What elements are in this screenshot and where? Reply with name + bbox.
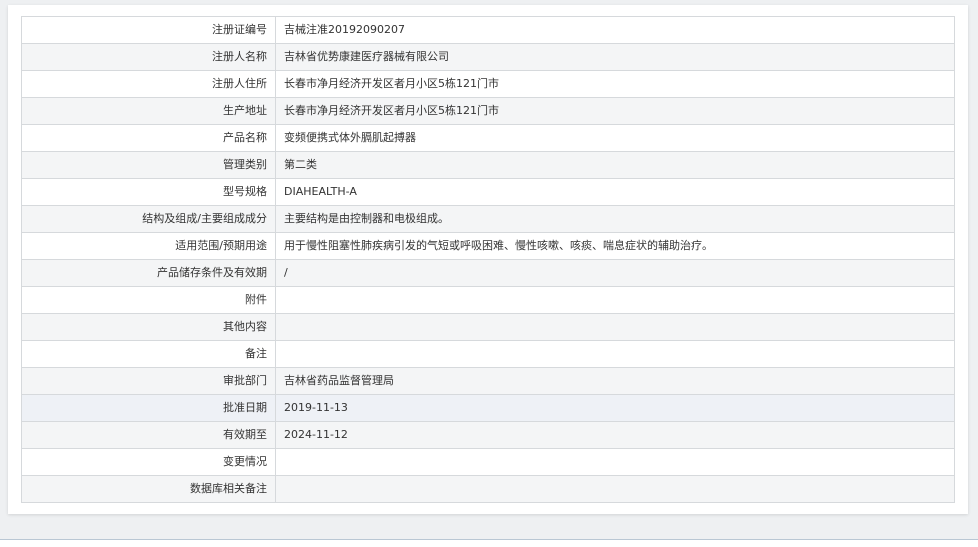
row-value: 长春市净月经济开发区者月小区5栋121门市 [275,70,955,98]
row-label: 注册人名称 [21,43,276,71]
row-label: 变更情况 [21,448,276,476]
row-label: 数据库相关备注 [21,475,276,503]
row-value: 第二类 [275,151,955,179]
row-value: 2024-11-12 [275,421,955,449]
row-value [275,313,955,341]
row-value: 吉林省药品监督管理局 [275,367,955,395]
row-value: 变频便携式体外膈肌起搏器 [275,124,955,152]
row-label: 生产地址 [21,97,276,125]
row-label: 审批部门 [21,367,276,395]
table-row-registration-number: 注册证编号 吉械注准20192090207 [21,16,955,44]
table-row-model-spec: 型号规格 DIAHEALTH-A [21,178,955,206]
table-row-change-history: 变更情况 [21,448,955,476]
row-value: / [275,259,955,287]
table-row-storage-validity: 产品储存条件及有效期 / [21,259,955,287]
row-value: 用于慢性阻塞性肺疾病引发的气短或呼吸困难、慢性咳嗽、咳痰、喘息症状的辅助治疗。 [275,232,955,260]
row-value: 吉林省优势康建医疗器械有限公司 [275,43,955,71]
table-row-product-name: 产品名称 变频便携式体外膈肌起搏器 [21,124,955,152]
row-label: 批准日期 [21,394,276,422]
row-value: 吉械注准20192090207 [275,16,955,44]
row-value [275,286,955,314]
row-label: 产品储存条件及有效期 [21,259,276,287]
record-detail-panel: 注册证编号 吉械注准20192090207 注册人名称 吉林省优势康建医疗器械有… [8,5,968,514]
row-label: 注册人住所 [21,70,276,98]
record-detail-table: 注册证编号 吉械注准20192090207 注册人名称 吉林省优势康建医疗器械有… [21,16,955,503]
row-label: 产品名称 [21,124,276,152]
row-label: 管理类别 [21,151,276,179]
row-value: DIAHEALTH-A [275,178,955,206]
table-row-approval-department: 审批部门 吉林省药品监督管理局 [21,367,955,395]
row-value: 主要结构是由控制器和电极组成。 [275,205,955,233]
row-label: 注册证编号 [21,16,276,44]
table-row-valid-until: 有效期至 2024-11-12 [21,421,955,449]
row-label: 其他内容 [21,313,276,341]
table-row-intended-use: 适用范围/预期用途 用于慢性阻塞性肺疾病引发的气短或呼吸困难、慢性咳嗽、咳痰、喘… [21,232,955,260]
table-row-production-address: 生产地址 长春市净月经济开发区者月小区5栋121门市 [21,97,955,125]
row-value [275,475,955,503]
table-row-other-content: 其他内容 [21,313,955,341]
row-label: 附件 [21,286,276,314]
row-value: 2019-11-13 [275,394,955,422]
table-row-attachments: 附件 [21,286,955,314]
row-label: 结构及组成/主要组成成分 [21,205,276,233]
table-row-registrant-address: 注册人住所 长春市净月经济开发区者月小区5栋121门市 [21,70,955,98]
table-row-registrant-name: 注册人名称 吉林省优势康建医疗器械有限公司 [21,43,955,71]
row-label: 适用范围/预期用途 [21,232,276,260]
table-row-remarks: 备注 [21,340,955,368]
row-value: 长春市净月经济开发区者月小区5栋121门市 [275,97,955,125]
row-value [275,448,955,476]
row-label: 有效期至 [21,421,276,449]
table-row-management-class: 管理类别 第二类 [21,151,955,179]
row-value [275,340,955,368]
row-label: 型号规格 [21,178,276,206]
table-row-approval-date: 批准日期 2019-11-13 [21,394,955,422]
table-row-structure-composition: 结构及组成/主要组成成分 主要结构是由控制器和电极组成。 [21,205,955,233]
table-row-database-remarks: 数据库相关备注 [21,475,955,503]
row-label: 备注 [21,340,276,368]
